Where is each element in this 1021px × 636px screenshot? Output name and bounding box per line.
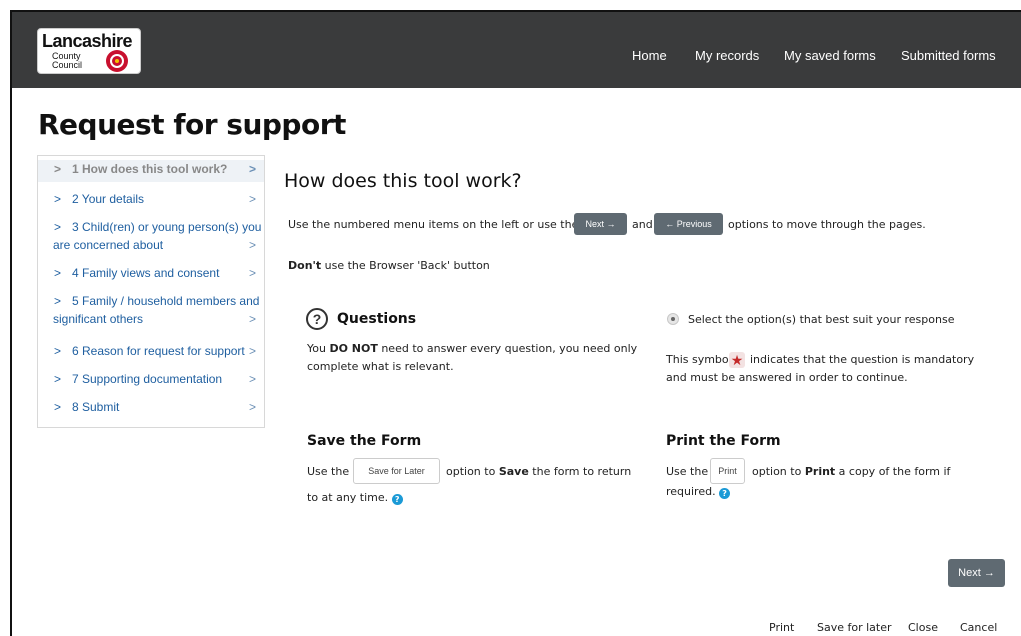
sidebar-item-label-cont: significant others <box>53 312 144 326</box>
save-text-mid: option to <box>446 465 496 478</box>
sidebar-item-2[interactable]: > 2 Your details > <box>38 190 264 210</box>
chevron-right-icon: > <box>248 266 256 280</box>
logo[interactable]: Lancashire County Council <box>37 28 141 74</box>
app-frame: Lancashire County Council Home My record… <box>10 10 1021 636</box>
print-text-line2-label: required. <box>666 485 716 498</box>
save-text-post: the form to return <box>528 465 632 478</box>
sidebar-item-label: 6 Reason for request for support <box>72 344 245 358</box>
chevron-right-icon: > <box>248 238 256 252</box>
back-warning-bold: Don't <box>288 259 322 272</box>
questions-text-bold: DO NOT <box>329 342 378 355</box>
sidebar-item-label: 5 Family / household members and <box>72 294 260 308</box>
next-button[interactable]: Next → <box>948 559 1005 587</box>
logo-subtitle: County Council <box>52 52 82 70</box>
sidebar-item-label-cont: are concerned about <box>53 238 164 252</box>
radio-example-icon <box>667 313 679 325</box>
red-rose-icon <box>106 50 128 72</box>
sidebar-item-6[interactable]: > 6 Reason for request for support > <box>38 342 264 362</box>
print-text-mid: option to <box>752 465 802 478</box>
sidebar-nav: > 1 How does this tool work? > > 2 Your … <box>37 155 265 428</box>
footer-cancel-link[interactable]: Cancel <box>960 621 997 634</box>
mandatory-text-line2: and must be answered in order to continu… <box>666 371 908 384</box>
sidebar-item-label: 1 How does this tool work? <box>72 162 228 176</box>
sidebar-item-label: 4 Family views and consent <box>72 266 220 280</box>
footer-close-link[interactable]: Close <box>908 621 938 634</box>
questions-text-pre: You <box>307 342 330 355</box>
header-bar: Lancashire County Council Home My record… <box>12 12 1021 88</box>
print-text-line2: required. ? <box>666 483 731 500</box>
chevron-right-icon: > <box>54 266 62 280</box>
sidebar-item-7[interactable]: > 7 Supporting documentation > <box>38 370 264 390</box>
nav-my-saved-forms[interactable]: My saved forms <box>784 48 876 63</box>
chevron-right-icon: > <box>248 344 256 358</box>
intro-and: and <box>632 218 653 231</box>
inline-next-button[interactable]: Next → <box>574 213 627 235</box>
nav-my-records[interactable]: My records <box>695 48 759 63</box>
questions-heading: Questions <box>337 311 417 327</box>
chevron-right-icon: > <box>248 312 256 326</box>
chevron-right-icon: > <box>248 400 256 414</box>
footer-save-for-later-link[interactable]: Save for later <box>817 621 892 634</box>
sidebar-item-1[interactable]: > 1 How does this tool work? > <box>38 160 264 182</box>
inline-previous-button[interactable]: ← Previous <box>654 213 723 235</box>
help-icon[interactable]: ? <box>391 494 403 505</box>
intro-text-after: options to move through the pages. <box>728 218 926 231</box>
save-text: option to Save the form to return <box>446 463 631 480</box>
inline-save-for-later-button[interactable]: Save for Later <box>353 458 440 484</box>
save-form-heading: Save the Form <box>307 433 422 449</box>
mandatory-text-post: indicates that the question is mandatory <box>750 353 975 366</box>
mandatory-text-pre: This symbol <box>666 353 732 366</box>
chevron-right-icon: > <box>248 162 256 176</box>
print-text: option to Print a copy of the form if <box>752 463 950 480</box>
select-option-text: Select the option(s) that best suit your… <box>688 313 955 326</box>
chevron-right-icon: > <box>54 344 62 358</box>
sidebar-item-label: 8 Submit <box>72 400 120 414</box>
chevron-right-icon: > <box>54 220 62 234</box>
sidebar-item-label: 7 Supporting documentation <box>72 372 223 386</box>
nav-submitted-forms[interactable]: Submitted forms <box>901 48 996 63</box>
save-text-line2: to at any time. ? <box>307 489 403 506</box>
question-mark-icon: ? <box>306 308 328 330</box>
questions-text: You DO NOT need to answer every question… <box>307 340 637 357</box>
print-form-heading: Print the Form <box>666 433 781 449</box>
chevron-right-icon: > <box>54 162 62 176</box>
sidebar-item-8[interactable]: > 8 Submit > <box>38 398 264 418</box>
mandatory-star-icon: ★ <box>729 352 745 368</box>
questions-text-post: need to answer every question, you need … <box>377 342 638 355</box>
footer-print-link[interactable]: Print <box>769 621 794 634</box>
logo-sub-line2: Council <box>52 60 83 70</box>
chevron-right-icon: > <box>54 372 62 386</box>
help-icon[interactable]: ? <box>719 488 731 499</box>
chevron-right-icon: > <box>54 400 62 414</box>
nav-home[interactable]: Home <box>632 48 667 63</box>
intro-text: Use the numbered menu items on the left … <box>288 218 579 231</box>
section-heading: How does this tool work? <box>284 170 522 192</box>
questions-text-line2: complete what is relevant. <box>307 360 454 373</box>
chevron-right-icon: > <box>248 372 256 386</box>
print-text-pre: Use the <box>666 465 709 478</box>
save-text-bold: Save <box>498 465 529 478</box>
sidebar-item-3[interactable]: > 3 Child(ren) or young person(s) you ar… <box>38 218 264 256</box>
print-text-bold: Print <box>804 465 836 478</box>
sidebar-item-label: 3 Child(ren) or young person(s) you <box>72 220 262 234</box>
sidebar-item-4[interactable]: > 4 Family views and consent > <box>38 264 264 284</box>
chevron-right-icon: > <box>248 192 256 206</box>
inline-print-button[interactable]: Print <box>710 458 745 484</box>
chevron-right-icon: > <box>54 192 62 206</box>
save-text-pre: Use the <box>307 465 350 478</box>
sidebar-item-label: 2 Your details <box>72 192 145 206</box>
back-warning-rest: use the Browser 'Back' button <box>321 259 490 272</box>
sidebar-item-5[interactable]: > 5 Family / household members and signi… <box>38 292 264 330</box>
chevron-right-icon: > <box>54 294 62 308</box>
back-warning: Don't use the Browser 'Back' button <box>288 257 490 274</box>
page-title: Request for support <box>38 108 346 141</box>
print-text-post: a copy of the form if <box>835 465 951 478</box>
save-text-line2-label: to at any time. <box>307 491 389 504</box>
